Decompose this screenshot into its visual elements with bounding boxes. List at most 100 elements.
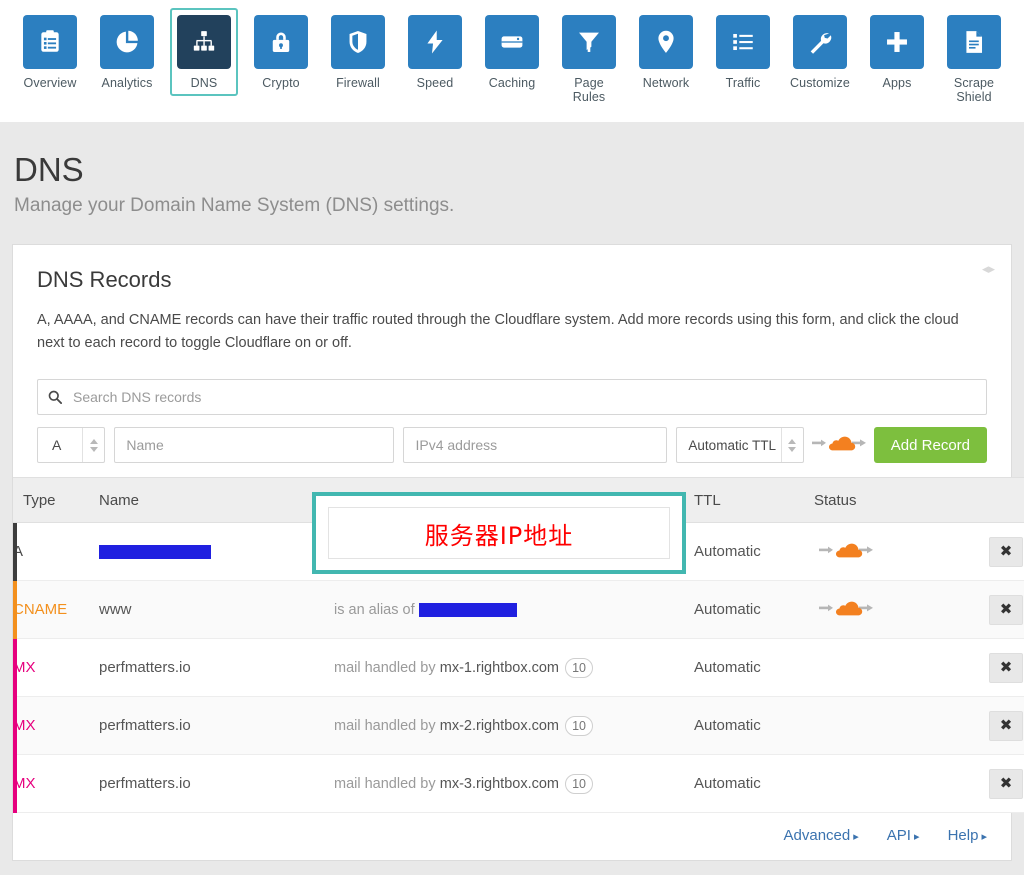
delete-record-button[interactable]: ✖ <box>989 653 1023 683</box>
nav-item-label: Traffic <box>726 76 761 90</box>
record-status-cell <box>814 639 962 697</box>
footer-link-help[interactable]: Help ▸ <box>948 827 987 844</box>
page-header-band: DNS Manage your Domain Name System (DNS)… <box>0 122 1024 244</box>
card-title: DNS Records <box>37 267 987 293</box>
nav-item-speed[interactable]: Speed <box>401 8 469 96</box>
record-type-accent-bar <box>13 697 17 755</box>
search-dns-records-box[interactable] <box>37 379 987 415</box>
pie-chart-icon <box>100 15 154 69</box>
record-ttl-stepper[interactable] <box>781 428 803 462</box>
card-header: DNS Records A, AAAA, and CNAME records c… <box>13 245 1011 379</box>
clipboard-list-icon <box>23 15 77 69</box>
record-type-accent-bar <box>13 755 17 813</box>
close-icon: ✖ <box>1000 660 1013 675</box>
orange-cloud-proxied-icon[interactable] <box>818 606 874 623</box>
dns-records-card: ◂▸ DNS Records A, AAAA, and CNAME record… <box>12 244 1012 861</box>
nav-item-customize[interactable]: Customize <box>786 8 854 96</box>
record-actions-cell: ✖ <box>962 755 1024 813</box>
nav-item-scrape-shield[interactable]: Scrape Shield <box>940 8 1008 110</box>
record-ttl-cell: Automatic <box>694 581 814 639</box>
card-footer: Advanced ▸API ▸Help ▸ <box>13 813 1011 860</box>
record-value-text: mx-1.rightbox.com <box>440 660 559 676</box>
nav-item-apps[interactable]: Apps <box>863 8 931 96</box>
record-ttl-select[interactable]: Automatic TTL <box>676 427 803 463</box>
list-icon <box>716 15 770 69</box>
record-name-text: www <box>99 601 132 618</box>
dns-records-table: TypeNameValueTTLStatus A服务器IP地址Automatic… <box>13 477 1024 813</box>
sitemap-icon <box>177 15 231 69</box>
record-status-cell <box>814 523 962 581</box>
record-value-text: mx-3.rightbox.com <box>440 776 559 792</box>
record-name-input[interactable] <box>114 427 394 463</box>
record-value-prefix: mail handled by <box>334 660 436 676</box>
document-icon <box>947 15 1001 69</box>
form-proxy-status[interactable] <box>804 432 874 459</box>
nav-item-label: Page Rules <box>559 76 619 104</box>
nav-item-label: Scrape Shield <box>944 76 1004 104</box>
record-ttl-cell: Automatic <box>694 523 814 581</box>
nav-item-page-rules[interactable]: Page Rules <box>555 8 623 110</box>
record-value-editable-input[interactable]: 服务器IP地址 <box>328 507 670 559</box>
record-value-text: mx-2.rightbox.com <box>440 718 559 734</box>
delete-record-button[interactable]: ✖ <box>989 711 1023 741</box>
record-status-cell <box>814 581 962 639</box>
record-type-accent-bar <box>13 523 17 581</box>
record-value-cell: is an alias of <box>334 581 694 639</box>
footer-link-advanced[interactable]: Advanced ▸ <box>784 827 859 844</box>
record-actions-cell: ✖ <box>962 639 1024 697</box>
collapse-toggle-icon[interactable]: ◂▸ <box>982 261 995 277</box>
record-type-select[interactable]: A <box>37 427 105 463</box>
nav-item-label: Customize <box>790 76 850 90</box>
record-type-cell: A <box>13 523 99 581</box>
close-icon: ✖ <box>1000 544 1013 559</box>
nav-item-label: Firewall <box>336 76 380 90</box>
record-name-text: perfmatters.io <box>99 659 191 676</box>
add-record-button[interactable]: Add Record <box>874 427 987 463</box>
record-value-cell: mail handled by mx-3.rightbox.com10 <box>334 755 694 813</box>
delete-record-button[interactable]: ✖ <box>989 537 1023 567</box>
record-name-text: perfmatters.io <box>99 717 191 734</box>
record-name-cell: perfmatters.io <box>99 697 334 755</box>
nav-item-caching[interactable]: Caching <box>478 8 546 96</box>
delete-record-button[interactable]: ✖ <box>989 769 1023 799</box>
record-type-accent-bar <box>13 639 17 697</box>
footer-link-label: Advanced <box>784 827 851 844</box>
nav-item-label: Apps <box>883 76 912 90</box>
page-title: DNS <box>14 152 1024 188</box>
record-type-stepper[interactable] <box>82 428 104 462</box>
record-actions-cell: ✖ <box>962 523 1024 581</box>
wrench-icon <box>793 15 847 69</box>
primary-navigation: OverviewAnalyticsDNSCryptoFirewallSpeedC… <box>0 0 1024 122</box>
table-row: MXperfmatters.iomail handled by mx-3.rig… <box>13 755 1024 813</box>
record-type-cell: CNAME <box>13 581 99 639</box>
record-ttl-cell: Automatic <box>694 755 814 813</box>
record-actions-cell: ✖ <box>962 581 1024 639</box>
record-type-value: A <box>38 437 82 453</box>
record-value-prefix: mail handled by <box>334 718 436 734</box>
nav-item-label: Crypto <box>262 76 299 90</box>
database-icon <box>485 15 539 69</box>
shield-icon <box>331 15 385 69</box>
record-value-input[interactable] <box>403 427 667 463</box>
record-value-cell: 服务器IP地址 <box>334 523 694 581</box>
record-name-cell: perfmatters.io <box>99 755 334 813</box>
delete-record-button[interactable]: ✖ <box>989 595 1023 625</box>
record-name-cell: perfmatters.io <box>99 639 334 697</box>
footer-link-api[interactable]: API ▸ <box>887 827 920 844</box>
nav-item-dns[interactable]: DNS <box>170 8 238 96</box>
orange-cloud-proxied-icon[interactable] <box>818 548 874 565</box>
record-type-cell: MX <box>13 755 99 813</box>
nav-item-overview[interactable]: Overview <box>16 8 84 96</box>
search-input[interactable] <box>71 388 976 406</box>
orange-cloud-proxied-icon[interactable] <box>811 432 867 459</box>
nav-item-network[interactable]: Network <box>632 8 700 96</box>
close-icon: ✖ <box>1000 602 1013 617</box>
record-type-label: CNAME <box>13 601 67 618</box>
nav-item-traffic[interactable]: Traffic <box>709 8 777 96</box>
record-value-cell: mail handled by mx-1.rightbox.com10 <box>334 639 694 697</box>
nav-item-analytics[interactable]: Analytics <box>93 8 161 96</box>
highlight-annotation-text: 服务器IP地址 <box>425 516 574 551</box>
chevron-right-icon: ▸ <box>911 831 920 843</box>
nav-item-firewall[interactable]: Firewall <box>324 8 392 96</box>
nav-item-crypto[interactable]: Crypto <box>247 8 315 96</box>
